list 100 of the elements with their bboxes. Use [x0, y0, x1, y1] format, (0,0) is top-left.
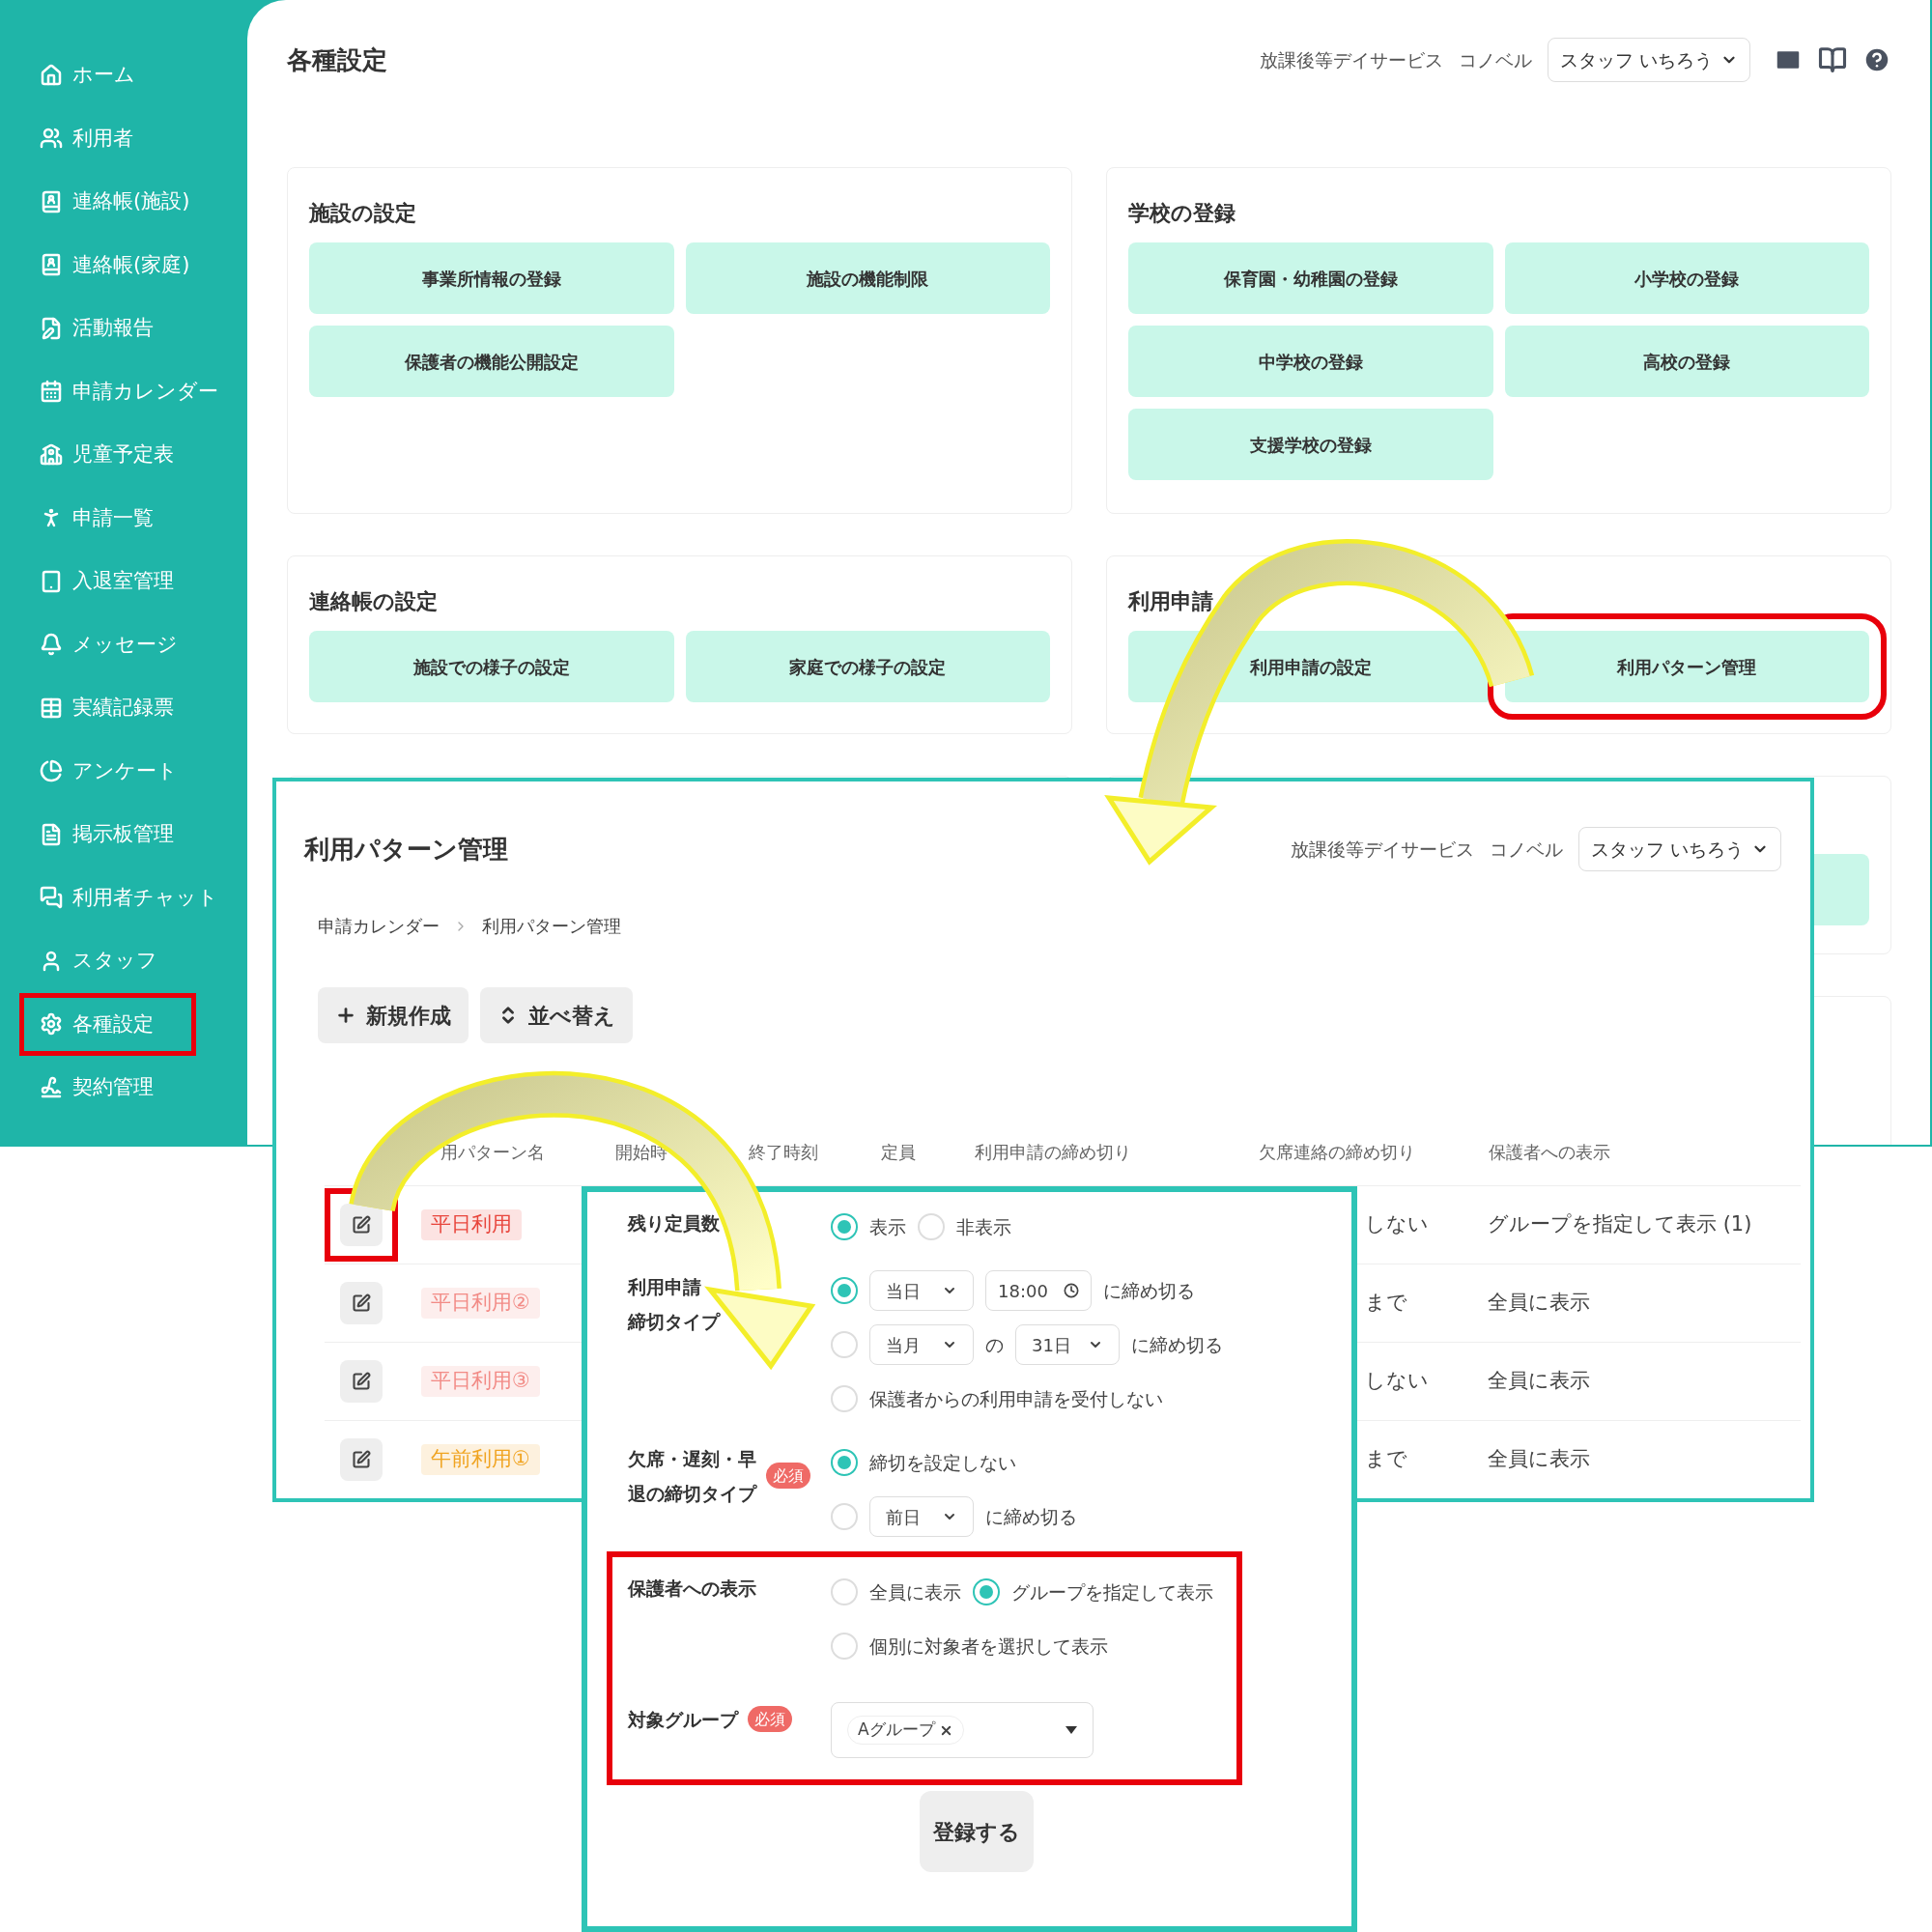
sort-button[interactable]: 並べ替え — [480, 987, 633, 1043]
radio-button[interactable] — [831, 1503, 858, 1530]
table-cell: しない — [1365, 1212, 1429, 1236]
pattern-tag: 平日利用② — [421, 1288, 540, 1319]
facility-name: コノベル — [1489, 837, 1563, 862]
create-button[interactable]: 新規作成 — [318, 987, 469, 1043]
table-icon — [40, 696, 63, 720]
bell-icon — [40, 633, 63, 657]
page-title: 利用パターン管理 — [304, 833, 508, 866]
radio-button[interactable] — [831, 1213, 858, 1240]
menu-button[interactable]: 家庭での様子の設定 — [685, 631, 1050, 702]
menu-button[interactable]: 保護者の機能公開設定 — [309, 326, 674, 397]
table-cell: 全員に表示 — [1488, 1291, 1590, 1315]
radio-label: 保護者からの利用申請を受付しない — [869, 1386, 1163, 1411]
menu-button[interactable]: 高校の登録 — [1504, 326, 1869, 397]
radio-button[interactable] — [831, 1578, 858, 1605]
radio-button[interactable] — [831, 1633, 858, 1660]
menu-button[interactable]: 支援学校の登録 — [1128, 409, 1493, 480]
document-icon — [40, 822, 63, 846]
table-cell: 全員に表示 — [1488, 1369, 1590, 1393]
facility-type: 放課後等デイサービス — [1259, 47, 1443, 72]
menu-button[interactable]: 施設の機能制限 — [685, 242, 1050, 314]
column-header: 利用申請の締め切り — [975, 1142, 1131, 1162]
column-header: 終了時刻 — [749, 1142, 818, 1162]
edit-button[interactable] — [340, 1282, 383, 1324]
radio-label: 表示 — [869, 1214, 906, 1239]
menu-button[interactable]: 中学校の登録 — [1128, 326, 1493, 397]
book-icon[interactable] — [1818, 45, 1847, 74]
contact-book-icon — [40, 253, 63, 277]
radio-label: グループを指定して表示 — [1011, 1579, 1213, 1605]
edit-icon — [352, 1372, 371, 1391]
settings-icon — [40, 1012, 63, 1037]
radio-button[interactable] — [918, 1213, 945, 1240]
section-title: 利用申請 — [1128, 588, 1214, 615]
radio-button[interactable] — [831, 1331, 858, 1358]
field-label: 利用申請 締切タイプ — [628, 1275, 720, 1334]
column-header: 欠席連絡の締め切り — [1259, 1142, 1415, 1162]
page-title: 各種設定 — [287, 43, 387, 76]
edit-icon — [352, 1450, 371, 1469]
select-field[interactable]: 当月 — [869, 1324, 974, 1365]
pattern-tag: 平日利用③ — [421, 1366, 540, 1397]
section-title: 学校の登録 — [1128, 200, 1236, 227]
column-header: 用パターン名 — [440, 1142, 545, 1162]
required-tag: 必須 — [766, 1463, 810, 1489]
select-field[interactable]: 31日 — [1015, 1324, 1120, 1365]
tablet-icon — [40, 569, 63, 593]
column-header: 定員 — [881, 1142, 916, 1162]
section-title: 連絡帳の設定 — [309, 588, 439, 615]
menu-button[interactable]: 利用パターン管理 — [1504, 631, 1869, 702]
option-text: に締め切る — [985, 1504, 1077, 1529]
chat-icon — [40, 886, 63, 910]
table-cell: まで — [1365, 1291, 1407, 1315]
facility-type: 放課後等デイサービス — [1290, 837, 1474, 862]
pie-chart-icon — [40, 759, 63, 783]
breadcrumb-current: 利用パターン管理 — [482, 915, 621, 938]
edit-button[interactable] — [340, 1438, 383, 1481]
select-field[interactable]: 前日 — [869, 1496, 974, 1537]
table-cell: 全員に表示 — [1488, 1447, 1590, 1471]
field-label: 残り定員数 — [628, 1211, 720, 1236]
radio-label: 締切を設定しない — [869, 1450, 1016, 1475]
time-field[interactable]: 18:00 — [985, 1270, 1092, 1311]
radio-button[interactable] — [831, 1385, 858, 1412]
users-icon — [40, 127, 63, 151]
option-text: に締め切る — [1103, 1278, 1195, 1303]
section-title: 施設の設定 — [309, 200, 417, 227]
radio-label: 個別に対象者を選択して表示 — [869, 1634, 1108, 1659]
help-icon[interactable] — [1862, 45, 1891, 74]
group-select-field[interactable]: Aグループ — [831, 1702, 1094, 1758]
menu-button[interactable]: 事業所情報の登録 — [309, 242, 674, 314]
field-label: 欠席・遅刻・早 退の締切タイプ — [628, 1447, 756, 1506]
breadcrumb-link[interactable]: 申請カレンダー — [318, 913, 440, 939]
edit-icon — [352, 1215, 371, 1235]
menu-button[interactable]: 保育園・幼稚園の登録 — [1128, 242, 1493, 314]
pattern-tag: 午前利用① — [421, 1444, 540, 1475]
option-text: の — [985, 1332, 1004, 1357]
edit-button[interactable] — [340, 1204, 383, 1246]
radio-button[interactable] — [973, 1578, 1000, 1605]
field-label: 対象グループ — [628, 1708, 738, 1732]
table-cell: しない — [1365, 1369, 1429, 1393]
staff-select[interactable]: スタッフ いちろう — [1547, 38, 1750, 82]
radio-label: 全員に表示 — [869, 1579, 961, 1605]
document-edit-icon — [40, 316, 63, 340]
calendar-icon — [40, 380, 63, 404]
option-text: に締め切る — [1131, 1332, 1223, 1357]
staff-select[interactable]: スタッフ いちろう — [1577, 827, 1781, 871]
edit-icon — [352, 1293, 371, 1313]
menu-button[interactable]: 施設での様子の設定 — [309, 631, 674, 702]
facility-name: コノベル — [1458, 47, 1532, 72]
menu-button[interactable]: 小学校の登録 — [1504, 242, 1869, 314]
contact-book-icon — [40, 189, 63, 213]
radio-button[interactable] — [831, 1449, 858, 1476]
table-cell: グループを指定して表示 (1) — [1488, 1212, 1752, 1236]
select-field[interactable]: 当日 — [869, 1270, 974, 1311]
clock-icon — [1064, 1283, 1079, 1298]
submit-button[interactable]: 登録する — [920, 1791, 1034, 1872]
signature-icon — [40, 1075, 63, 1099]
home-icon — [40, 63, 63, 87]
radio-button[interactable] — [831, 1277, 858, 1304]
edit-button[interactable] — [340, 1360, 383, 1403]
radio-label: 非表示 — [956, 1214, 1011, 1239]
